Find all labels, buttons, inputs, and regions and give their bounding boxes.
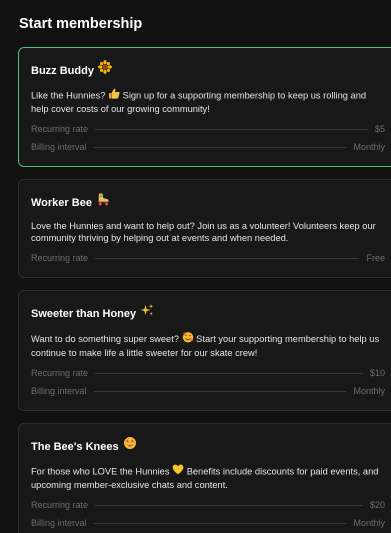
row-divider (95, 504, 363, 506)
sunflower-icon (98, 60, 112, 80)
tier-description: Like the Hunnies? Sign up for a supporti… (31, 88, 385, 115)
tier-title: Sweeter than Honey (31, 304, 385, 322)
tier-title: The Bee's Knees (31, 437, 385, 455)
billing-interval-row: Billing interval Monthly (31, 514, 385, 532)
recurring-rate-value: $5 (374, 124, 385, 134)
page-title: Start membership (19, 16, 143, 32)
tier-title: Buzz Buddy (31, 60, 385, 80)
tier-card-worker-bee[interactable]: Worker Bee Love the Hunnies and want to … (18, 179, 391, 278)
row-divider (93, 390, 347, 392)
recurring-rate-label: Recurring rate (31, 253, 89, 263)
tier-description: For those who LOVE the Hunnies Benefits … (31, 464, 385, 491)
billing-interval-value: Monthly (353, 386, 385, 396)
tier-title-text: Worker Bee (31, 196, 92, 209)
tier-description-start: Like the Hunnies? (31, 90, 106, 101)
tier-title-text: Buzz Buddy (31, 64, 94, 77)
recurring-rate-row: Recurring rate $10 (31, 364, 385, 382)
recurring-rate-value: $20 (369, 500, 385, 510)
tier-title-text: The Bee's Knees (31, 440, 119, 453)
tier-card-buzz-buddy[interactable]: Buzz Buddy Like the Hunnies? Sign up for… (18, 47, 391, 167)
billing-interval-value: Monthly (353, 518, 385, 528)
billing-interval-label: Billing interval (31, 142, 87, 152)
star-struck-face-icon (123, 436, 137, 456)
recurring-rate-label: Recurring rate (31, 368, 89, 378)
yellow-heart-icon (172, 464, 184, 479)
membership-page: Start membership Buzz Buddy Like the Hun… (0, 0, 391, 533)
recurring-rate-row: Recurring rate Free (31, 249, 385, 267)
recurring-rate-row: Recurring rate $5 (31, 120, 385, 138)
row-divider (95, 257, 360, 259)
tier-description-start: For those who LOVE the Hunnies (31, 466, 170, 477)
tier-description: Want to do something super sweet? Start … (31, 332, 385, 359)
billing-interval-value: Monthly (353, 142, 385, 152)
row-divider (93, 522, 347, 524)
tier-description-start: Want to do something super sweet? (31, 334, 179, 345)
recurring-rate-value: Free (366, 253, 385, 263)
billing-interval-row: Billing interval Monthly (31, 138, 385, 156)
row-divider (95, 128, 368, 130)
billing-interval-label: Billing interval (31, 518, 87, 528)
tier-title-text: Sweeter than Honey (31, 307, 137, 320)
tier-card-sweeter-than-honey[interactable]: Sweeter than Honey Want to do something … (18, 290, 391, 411)
tier-card-the-bees-knees[interactable]: The Bee's Knees For those who LOVE the H… (18, 423, 391, 533)
row-divider (93, 146, 347, 148)
billing-interval-row: Billing interval Monthly (31, 382, 385, 400)
thumbs-up-icon (108, 88, 120, 103)
tier-title: Worker Bee (31, 193, 385, 211)
recurring-rate-value: $10 (369, 368, 385, 378)
billing-interval-label: Billing interval (31, 386, 87, 396)
roller-skate-icon (96, 192, 110, 212)
row-divider (95, 372, 363, 374)
recurring-rate-label: Recurring rate (31, 124, 89, 134)
membership-tier-list: Buzz Buddy Like the Hunnies? Sign up for… (18, 47, 391, 533)
tier-description: Love the Hunnies and want to help out? J… (31, 221, 376, 243)
smiling-face-with-hearts-icon (182, 331, 194, 347)
recurring-rate-row: Recurring rate $20 (31, 496, 385, 514)
sparkles-icon (140, 303, 154, 323)
recurring-rate-label: Recurring rate (31, 500, 89, 510)
